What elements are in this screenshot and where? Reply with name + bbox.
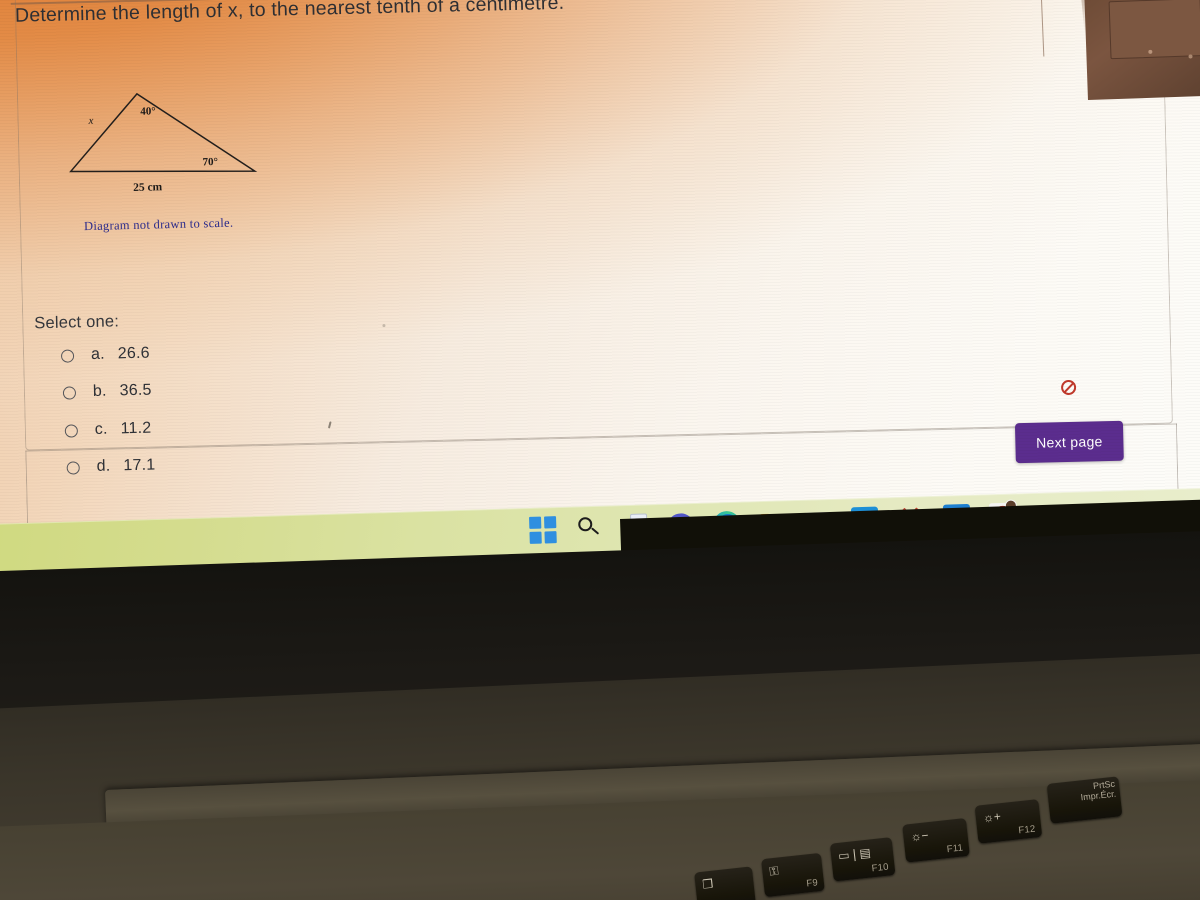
triangle-shape <box>69 92 258 173</box>
option-value-b: 36.5 <box>119 381 152 400</box>
background-object <box>1084 0 1200 101</box>
key-prtsc-line2: Impr.Écr. <box>1080 788 1117 803</box>
key-f10-glyph: ▭❘▤ <box>837 845 872 863</box>
radio-b[interactable] <box>62 385 77 400</box>
screen-speck-2 <box>382 324 386 328</box>
quiz-page: Determine the length of x, to the neares… <box>1 0 1200 580</box>
key-f11-label: F11 <box>946 842 964 856</box>
base-length-label: 25 cm <box>133 181 163 194</box>
key-f8[interactable]: ❒ <box>694 866 756 900</box>
laptop-photo: Determine the length of x, to the neares… <box>0 0 1200 900</box>
side-x-label: x <box>87 115 93 127</box>
radio-a[interactable] <box>60 348 75 363</box>
key-f12-glyph: ☼+ <box>982 809 1002 826</box>
next-page-label: Next page <box>1035 433 1103 451</box>
option-letter-c: c. <box>94 420 108 438</box>
key-f11-glyph: ☼− <box>909 828 930 845</box>
key-f11[interactable]: ☼− F11 <box>902 817 970 863</box>
background-object-highlight-2 <box>1188 54 1193 59</box>
start-icon[interactable] <box>529 516 557 544</box>
search-icon[interactable] <box>575 515 603 543</box>
option-letter-d: d. <box>96 457 111 475</box>
background-object-panel <box>1108 0 1200 60</box>
option-letter-a: a. <box>90 345 105 364</box>
key-f10-label: F10 <box>871 861 890 875</box>
answer-option-b[interactable]: b. 36.5 <box>62 381 152 402</box>
key-prtsc[interactable]: PrtSc Impr.Écr. <box>1046 776 1123 824</box>
option-letter-b: b. <box>92 382 107 400</box>
base-right-angle-label: 70° <box>202 156 218 168</box>
option-value-a: 26.6 <box>117 344 150 363</box>
key-f9-label: F9 <box>805 877 819 890</box>
key-f12-label: F12 <box>1017 823 1036 837</box>
answer-option-c[interactable]: c. 11.2 <box>64 419 152 440</box>
key-f9[interactable]: ⚿ F9 <box>761 852 825 898</box>
select-one-label: Select one: <box>34 312 120 333</box>
key-f9-glyph: ⚿ <box>768 863 780 879</box>
option-value-c: 11.2 <box>120 419 152 438</box>
radio-d[interactable] <box>66 460 80 475</box>
apex-angle-label: 40° <box>140 105 156 117</box>
key-f10[interactable]: ▭❘▤ F10 <box>829 837 896 882</box>
option-value-d: 17.1 <box>123 456 156 475</box>
key-f12[interactable]: ☼+ F12 <box>974 799 1043 844</box>
next-page-button[interactable]: Next page <box>1014 420 1124 464</box>
key-f8-glyph: ❒ <box>701 876 714 892</box>
radio-c[interactable] <box>64 423 78 438</box>
answer-option-a[interactable]: a. 26.6 <box>60 344 150 365</box>
answer-option-d[interactable]: d. 17.1 <box>66 456 156 477</box>
